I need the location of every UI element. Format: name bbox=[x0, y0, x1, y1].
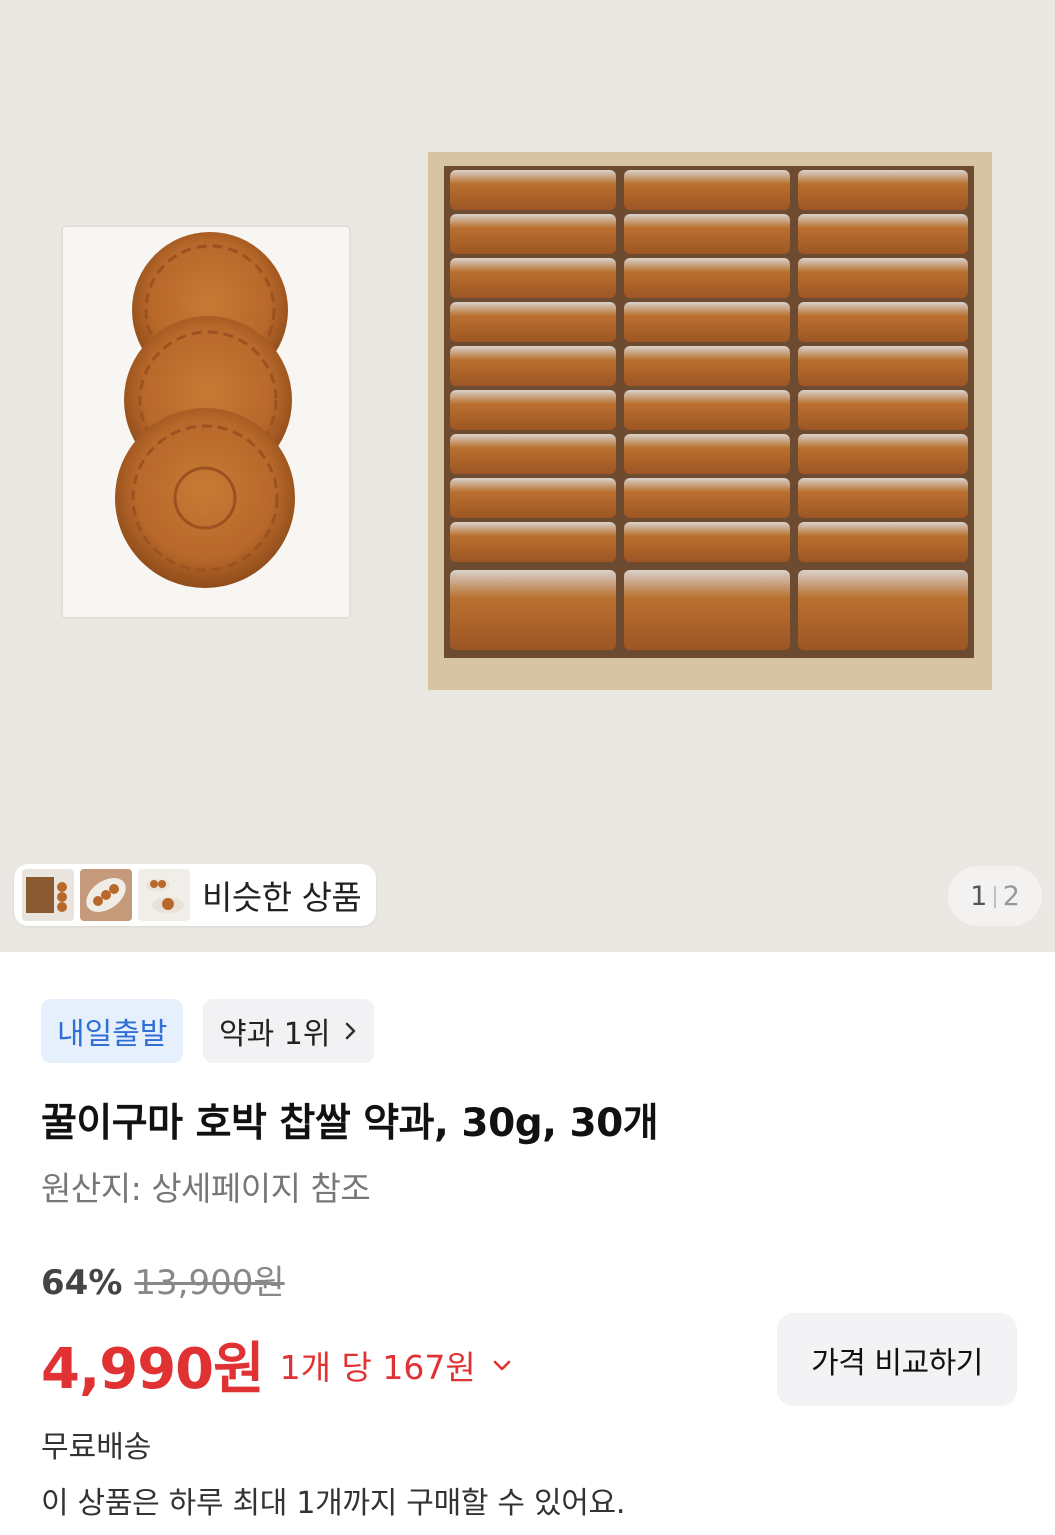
image-counter-current: 1 bbox=[970, 880, 988, 912]
discount-row: 64% 13,900원 bbox=[41, 1255, 285, 1304]
similar-thumbnail-2 bbox=[80, 869, 132, 921]
sale-price: 4,990원 bbox=[41, 1337, 265, 1402]
ranking-badge-button[interactable]: 약과 1위 bbox=[203, 999, 375, 1063]
purchase-limit-notice: 이 상품은 하루 최대 1개까지 구매할 수 있어요. bbox=[41, 1486, 626, 1521]
discount-rate: 64% bbox=[41, 1263, 123, 1303]
product-image[interactable]: 비슷한 상품 1 | 2 bbox=[0, 0, 1055, 952]
chevron-right-icon bbox=[346, 1022, 356, 1040]
delivery-badge-label: 내일출발 bbox=[57, 1017, 168, 1052]
image-counter-total: 2 bbox=[1002, 880, 1020, 912]
original-price: 13,900원 bbox=[134, 1263, 285, 1303]
image-counter: 1 | 2 bbox=[948, 866, 1042, 926]
similar-products-label: 비슷한 상품 bbox=[202, 878, 362, 917]
compare-price-button[interactable]: 가격 비교하기 bbox=[777, 1313, 1017, 1406]
price-row: 4,990원 1개 당 167원 bbox=[41, 1324, 514, 1405]
unit-price[interactable]: 1개 당 167원 bbox=[280, 1341, 476, 1389]
product-photo bbox=[0, 0, 1055, 952]
compare-price-label: 가격 비교하기 bbox=[811, 1345, 983, 1381]
product-origin: 원산지: 상세페이지 참조 bbox=[41, 1169, 371, 1208]
product-title: 꿀이구마 호박 찹쌀 약과, 30g, 30개 bbox=[41, 1101, 659, 1146]
image-counter-separator: | bbox=[991, 883, 999, 909]
delivery-badge: 내일출발 bbox=[41, 999, 184, 1063]
chevron-down-icon[interactable] bbox=[490, 1353, 514, 1377]
similar-thumbnail-3 bbox=[138, 869, 190, 921]
similar-products-chip[interactable]: 비슷한 상품 bbox=[14, 864, 376, 926]
shipping-info: 무료배송 bbox=[41, 1430, 152, 1465]
ranking-badge-label: 약과 1위 bbox=[219, 1017, 331, 1052]
similar-thumbnail-1 bbox=[22, 869, 74, 921]
